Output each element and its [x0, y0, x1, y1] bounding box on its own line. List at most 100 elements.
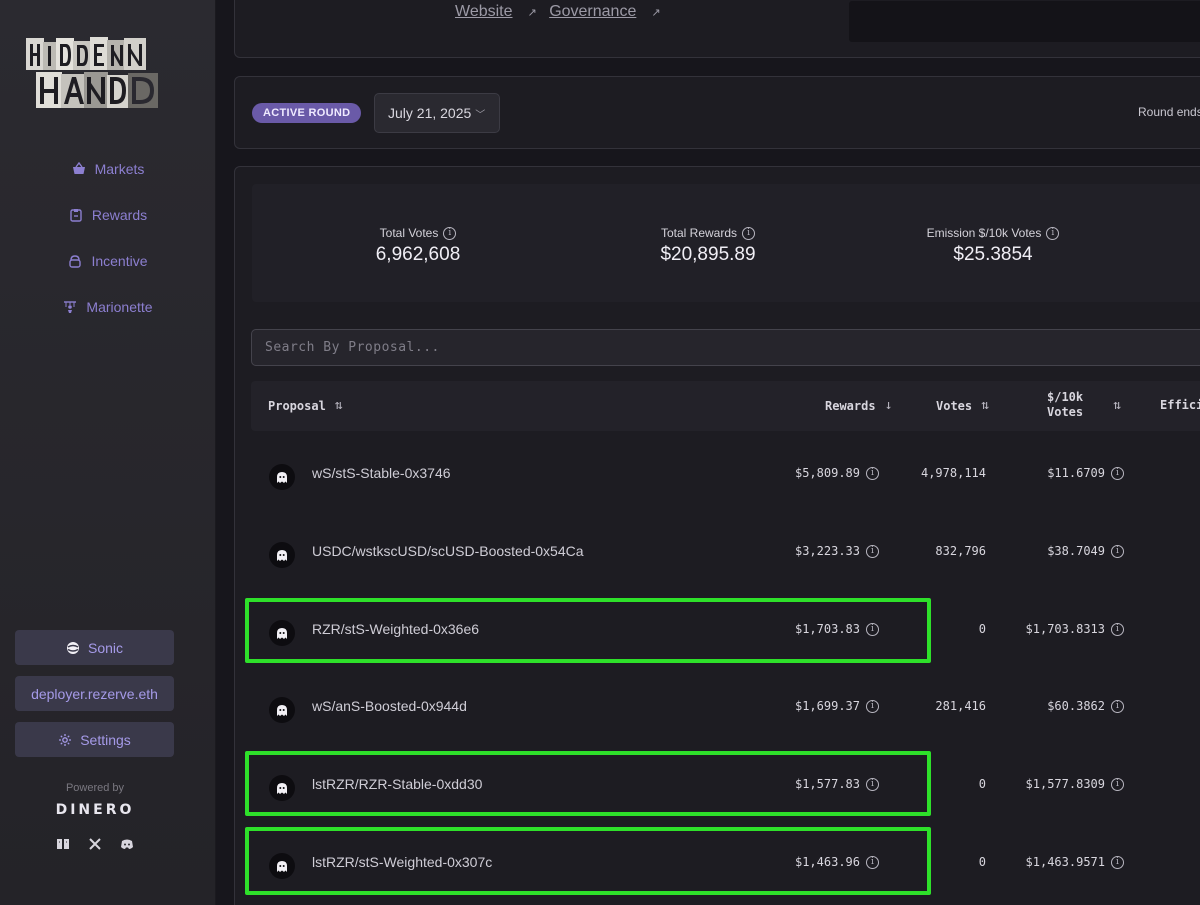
settings-button[interactable]: Settings [15, 722, 174, 757]
table-row[interactable]: wS/anS-Boosted-0x944d $1,699.37 i 281,416… [251, 673, 1200, 737]
market-info-card: Website ↗ Governance ↗ [234, 0, 1200, 58]
website-link[interactable]: Website [455, 3, 513, 20]
table-row[interactable]: lstRZR/stS-Weighted-0x307c $1,463.96 i 0 … [251, 829, 1200, 893]
info-icon[interactable]: i [866, 699, 879, 713]
settings-label: Settings [80, 731, 131, 748]
info-icon[interactable]: i [866, 466, 879, 480]
info-icon[interactable]: i [443, 226, 457, 240]
network-label: Sonic [87, 639, 124, 656]
table-header: Proposal ⇅ Rewards ↓ Votes ⇅ $/10k Votes ⇅ … [251, 381, 1200, 431]
per10k-header-line2: Votes [1047, 405, 1084, 419]
sidebar: Markets Rewards Incentive Marionette Son… [0, 0, 216, 905]
proposal-name[interactable]: lstRZR/RZR-Stable-0xdd30 [312, 776, 482, 792]
table-row[interactable]: USDC/wstkscUSD/scUSD-Boosted-0x54Ca $3,2… [251, 518, 1200, 582]
round-card: ACTIVE ROUND July 21, 2025 ﹀ Round ends [234, 76, 1200, 149]
table-row[interactable]: lstRZR/RZR-Stable-0xdd30 $1,577.83 i 0 $1… [251, 751, 1200, 815]
emission-stat: Emission $/10k Votes i $25.3854 [908, 226, 1078, 266]
table-row[interactable]: wS/stS-Stable-0x3746 $5,809.89 i 4,978,11… [251, 440, 1200, 504]
rewards-cell: $1,703.83 i [795, 622, 879, 636]
hidden-hand-token-icon [269, 542, 295, 568]
sidebar-item-incentive[interactable]: Incentive [0, 246, 216, 276]
dinero-logo[interactable]: DINERO [0, 802, 190, 818]
gear-icon [58, 733, 72, 747]
per10k-cell: $60.3862 i [1047, 699, 1124, 713]
bag-icon [68, 254, 82, 268]
info-icon[interactable]: i [1111, 544, 1124, 558]
info-icon[interactable]: i [866, 855, 879, 869]
votes-cell: 832,796 [935, 544, 986, 558]
per10k-cell: $11.6709 i [1047, 466, 1124, 480]
rewards-cell: $3,223.33 i [795, 544, 879, 558]
account-button[interactable]: deployer.rezerve.eth [15, 676, 174, 711]
efficiency-column-header[interactable]: Effici [1160, 398, 1200, 412]
total-rewards-stat: Total Rewards i $20,895.89 [628, 226, 788, 266]
round-date-select[interactable]: July 21, 2025 ﹀ [374, 93, 500, 133]
info-icon[interactable]: i [1111, 777, 1124, 791]
sidebar-item-marionette[interactable]: Marionette [0, 292, 216, 322]
per10k-header-line1: $/10k [1047, 390, 1084, 404]
x-twitter-icon[interactable] [87, 836, 103, 852]
sidebar-item-markets[interactable]: Markets [0, 154, 216, 184]
puppet-icon [63, 300, 77, 314]
book-icon[interactable] [55, 836, 71, 852]
account-label: deployer.rezerve.eth [31, 685, 158, 702]
hidden-hand-logo[interactable] [26, 36, 162, 110]
proposal-name[interactable]: USDC/wstkscUSD/scUSD-Boosted-0x54Ca [312, 543, 584, 559]
proposal-name[interactable]: wS/stS-Stable-0x3746 [312, 465, 451, 481]
emission-value: $25.3854 [953, 244, 1033, 265]
per10k-cell: $38.7049 i [1047, 544, 1124, 558]
powered-by-text: Powered by [65, 782, 125, 794]
external-link-icon: ↗ [527, 7, 537, 19]
info-icon[interactable]: i [1046, 226, 1060, 240]
proposal-search-input[interactable] [251, 329, 1200, 366]
governance-link[interactable]: Governance [549, 3, 636, 20]
round-date-value: July 21, 2025 [388, 105, 472, 121]
votes-cell: 4,978,114 [920, 466, 986, 480]
sidebar-item-label: Marionette [86, 299, 153, 315]
info-icon[interactable]: i [1111, 622, 1124, 636]
votes-column-header[interactable]: Votes ⇅ [936, 398, 989, 413]
info-icon[interactable]: i [866, 622, 879, 636]
info-icon[interactable]: i [1111, 466, 1124, 480]
votes-cell: 0 [978, 777, 986, 791]
proposal-column-header[interactable]: Proposal ⇅ [268, 398, 343, 413]
hidden-hand-token-icon [269, 464, 295, 490]
proposal-name[interactable]: lstRZR/stS-Weighted-0x307c [312, 854, 492, 870]
rewards-column-header[interactable]: Rewards ↓ [825, 398, 892, 413]
table-row[interactable]: RZR/stS-Weighted-0x36e6 $1,703.83 i 0 $1,… [251, 596, 1200, 660]
rewards-cell: $1,463.96 i [795, 855, 879, 869]
network-button[interactable]: Sonic [15, 630, 174, 665]
hidden-hand-token-icon [269, 853, 295, 879]
proposal-name[interactable]: RZR/stS-Weighted-0x36e6 [312, 621, 479, 637]
external-links: Website ↗ Governance ↗ [455, 3, 661, 21]
total-votes-label: Total Votes [379, 226, 439, 240]
round-ends-label: Round ends [1138, 105, 1200, 119]
social-links [55, 836, 135, 852]
rewards-cell: $1,577.83 i [795, 777, 879, 791]
sidebar-item-rewards[interactable]: Rewards [0, 200, 216, 230]
hidden-hand-token-icon [269, 697, 295, 723]
proposal-name[interactable]: wS/anS-Boosted-0x944d [312, 698, 467, 714]
hidden-hand-token-icon [269, 620, 295, 646]
rewards-cell: $5,809.89 i [795, 466, 879, 480]
per10k-column-header[interactable]: $/10k Votes ⇅ [1047, 390, 1121, 420]
votes-cell: 281,416 [935, 699, 986, 713]
sort-both-icon: ⇅ [334, 398, 343, 413]
info-icon[interactable]: i [866, 777, 879, 791]
discord-icon[interactable] [119, 836, 135, 852]
info-panel [849, 1, 1200, 42]
sort-down-icon: ↓ [884, 398, 893, 413]
info-icon[interactable]: i [866, 544, 879, 558]
total-votes-value: 6,962,608 [375, 244, 461, 265]
per10k-cell: $1,703.8313 i [1026, 622, 1124, 636]
sidebar-item-label: Incentive [91, 253, 148, 269]
chevron-down-icon: ﹀ [475, 110, 486, 121]
sidebar-item-label: Markets [94, 161, 145, 177]
info-icon[interactable]: i [1111, 699, 1124, 713]
sort-both-icon: ⇅ [1113, 397, 1121, 413]
info-icon[interactable]: i [1111, 855, 1124, 869]
info-icon[interactable]: i [742, 226, 756, 240]
active-round-badge: ACTIVE ROUND [252, 103, 362, 123]
total-rewards-label: Total Rewards [660, 226, 738, 240]
emission-label: Emission $/10k Votes [926, 226, 1042, 240]
